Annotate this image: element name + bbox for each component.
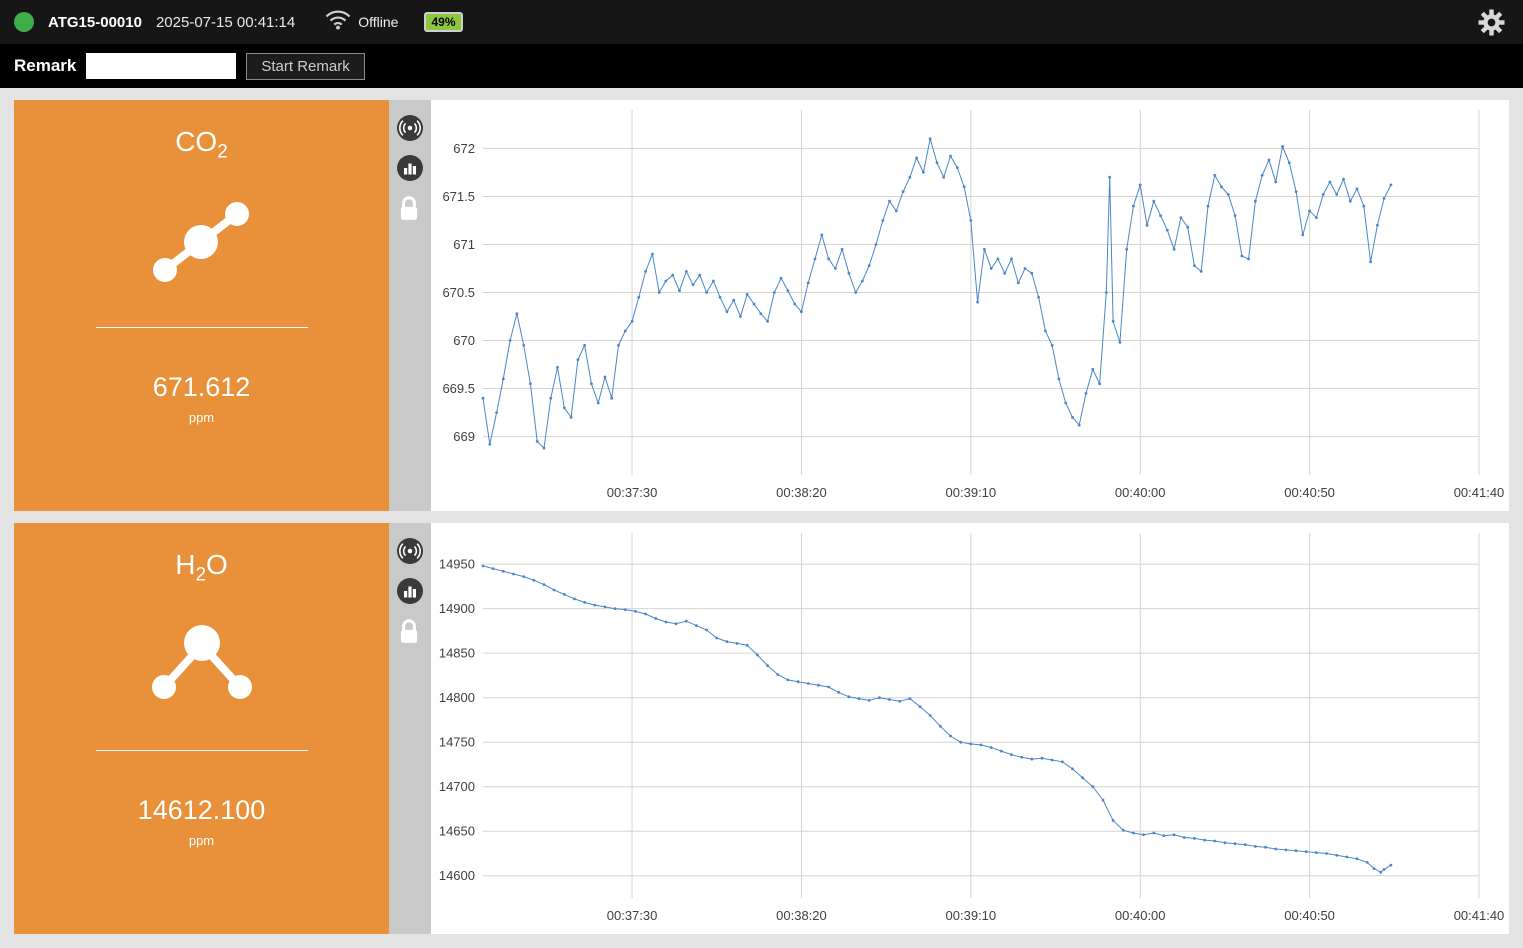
chart-view-button[interactable] <box>396 577 424 605</box>
co2-card: CO2 671.612 ppm <box>14 100 389 511</box>
formula-subscript: 2 <box>217 141 228 163</box>
svg-text:14900: 14900 <box>439 601 475 616</box>
card-divider <box>95 749 308 751</box>
svg-text:00:38:20: 00:38:20 <box>776 485 827 500</box>
svg-text:669.5: 669.5 <box>442 381 475 396</box>
svg-text:669: 669 <box>453 429 475 444</box>
svg-text:00:39:10: 00:39:10 <box>946 908 997 923</box>
svg-text:14800: 14800 <box>439 690 475 705</box>
status-indicator <box>14 12 34 32</box>
wifi-icon <box>325 9 351 35</box>
svg-text:00:40:50: 00:40:50 <box>1284 485 1335 500</box>
settings-button[interactable] <box>1478 8 1505 36</box>
svg-text:00:41:40: 00:41:40 <box>1454 908 1505 923</box>
lock-button[interactable] <box>396 194 424 222</box>
h2o-panel: H2O 14612.100 ppm 14600 14650 14700 1475… <box>14 523 1509 934</box>
h2o-value: 14612.100 <box>137 794 266 825</box>
co2-chart-area: 669 669.5 670 670.5 671 671.5 672 00:37:30 00:38… <box>431 100 1509 511</box>
co2-molecule-icon <box>137 188 267 301</box>
device-id: ATG15-00010 <box>48 13 142 31</box>
co2-value: 671.612 <box>152 371 251 402</box>
co2-chart: 669 669.5 670 670.5 671 671.5 672 00:37:30 00:38… <box>442 110 1505 500</box>
broadcast-icon <box>397 115 423 141</box>
start-remark-button[interactable]: Start Remark <box>246 52 365 80</box>
svg-text:672: 672 <box>453 141 475 156</box>
remark-label: Remark <box>14 56 77 75</box>
h2o-molecule-icon <box>137 611 267 724</box>
svg-text:14950: 14950 <box>439 557 475 572</box>
h2o-toolstrip <box>389 523 431 934</box>
co2-title: CO2 <box>175 126 228 163</box>
co2-toolstrip <box>389 100 431 511</box>
svg-text:14700: 14700 <box>439 779 475 794</box>
svg-text:671: 671 <box>453 237 475 252</box>
remark-input[interactable] <box>86 53 237 79</box>
h2o-chart: 14600 14650 14700 14750 14800 14850 14900 14950… <box>439 533 1505 923</box>
co2-panel: CO2 671.612 ppm 669 669.5 670 670.5 671 … <box>14 100 1509 511</box>
svg-text:00:40:00: 00:40:00 <box>1115 485 1166 500</box>
h2o-title: H2O <box>175 549 228 586</box>
timestamp: 2025-07-15 00:41:14 <box>155 13 296 31</box>
lock-icon <box>400 619 418 643</box>
svg-text:00:38:20: 00:38:20 <box>776 908 827 923</box>
top-bar: ATG15-00010 2025-07-15 00:41:14 Offline … <box>0 0 1523 44</box>
svg-text:00:37:30: 00:37:30 <box>607 485 658 500</box>
remark-bar: Remark Start Remark <box>0 44 1523 88</box>
main-content: CO2 671.612 ppm 669 669.5 670 670.5 671 … <box>0 88 1523 946</box>
svg-text:14750: 14750 <box>439 735 475 750</box>
broadcast-icon <box>397 538 423 564</box>
battery-indicator: 49% <box>424 12 463 32</box>
svg-text:14600: 14600 <box>439 868 475 883</box>
svg-text:00:41:40: 00:41:40 <box>1454 485 1505 500</box>
svg-text:00:40:50: 00:40:50 <box>1284 908 1335 923</box>
lock-icon <box>400 196 418 220</box>
chart-view-button[interactable] <box>396 154 424 182</box>
h2o-chart-area: 14600 14650 14700 14750 14800 14850 14900 14950… <box>431 523 1509 934</box>
svg-text:00:39:10: 00:39:10 <box>946 485 997 500</box>
bar-chart-icon <box>397 155 423 181</box>
formula-subscript: 2 <box>195 564 207 586</box>
co2-unit: ppm <box>188 409 215 425</box>
svg-text:00:37:30: 00:37:30 <box>607 908 658 923</box>
svg-text:00:40:00: 00:40:00 <box>1115 908 1166 923</box>
svg-text:14850: 14850 <box>439 646 475 661</box>
h2o-unit: ppm <box>188 832 215 848</box>
card-divider <box>95 326 308 328</box>
svg-text:670.5: 670.5 <box>442 285 475 300</box>
svg-text:670: 670 <box>453 333 475 348</box>
gear-icon <box>1478 8 1505 36</box>
broadcast-button[interactable] <box>396 114 424 142</box>
svg-text:671.5: 671.5 <box>442 189 475 204</box>
connection-status: Offline <box>358 14 399 30</box>
h2o-card: H2O 14612.100 ppm <box>14 523 389 934</box>
bar-chart-icon <box>397 578 423 604</box>
lock-button[interactable] <box>396 617 424 645</box>
broadcast-button[interactable] <box>396 537 424 565</box>
svg-text:14650: 14650 <box>439 824 475 839</box>
